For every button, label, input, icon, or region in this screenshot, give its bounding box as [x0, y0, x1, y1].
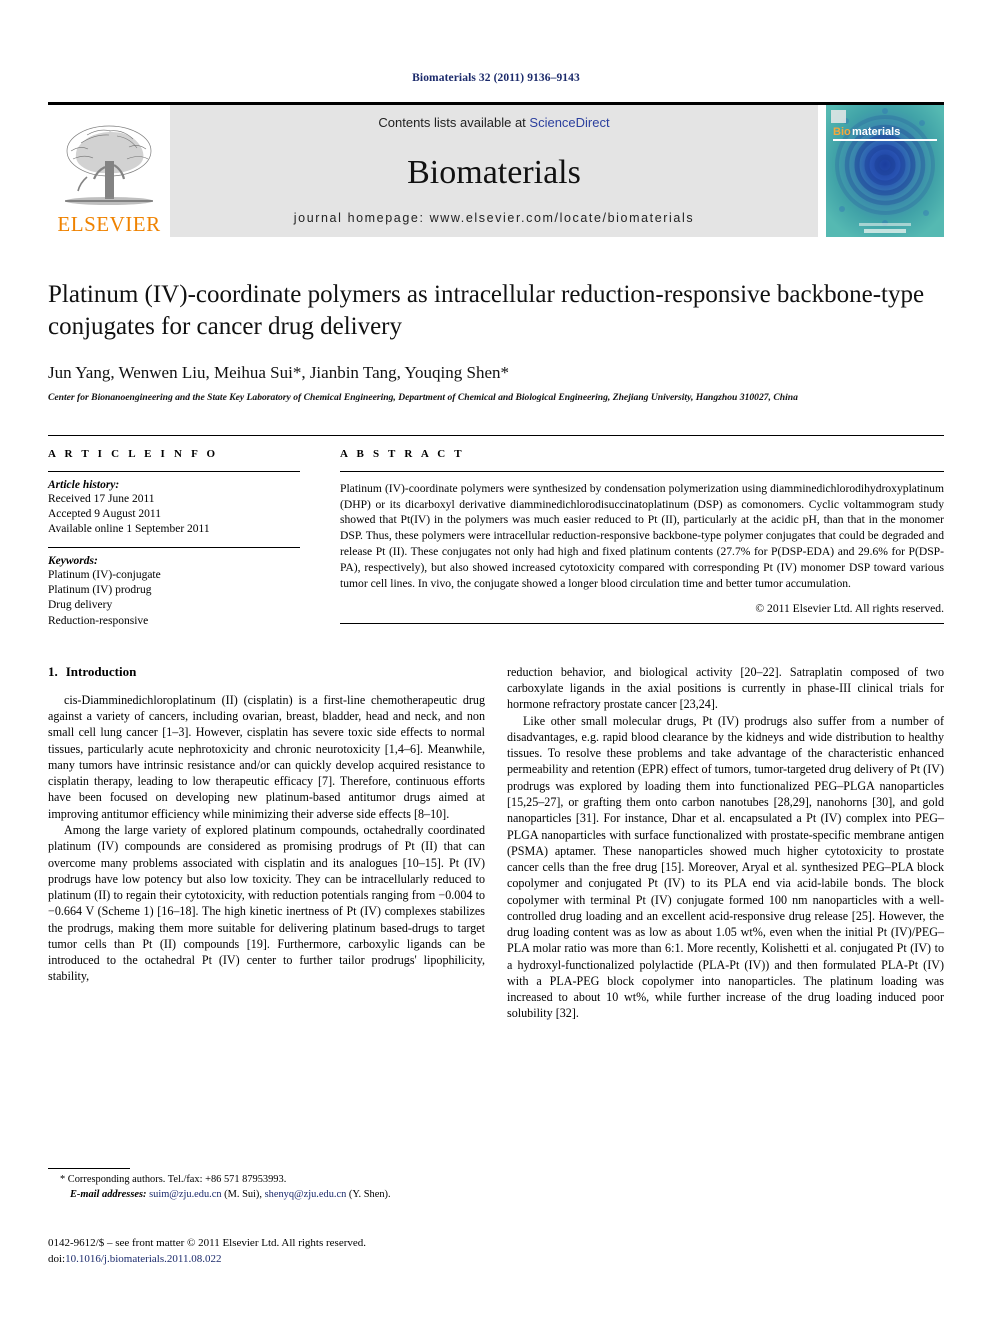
page-title: Platinum (IV)-coordinate polymers as int… — [48, 281, 925, 340]
abstract-copyright: © 2011 Elsevier Ltd. All rights reserved… — [755, 602, 944, 616]
cover-artwork: Bio materials — [826, 105, 944, 237]
email-addresses-label: E-mail addresses: — [70, 1188, 147, 1200]
svg-text:materials: materials — [852, 126, 900, 138]
contents-available-line: Contents lists available at ScienceDirec… — [378, 115, 609, 130]
footnote-emails: E-mail addresses: suim@zju.edu.cn (M. Su… — [48, 1188, 476, 1203]
body-columns: 1. Introduction cis-Diamminedichloroplati… — [48, 664, 944, 1022]
journal-masthead: ELSEVIER Contents lists available at Sci… — [48, 102, 944, 237]
email-link-shen[interactable]: shenyq@zju.edu.cn — [265, 1189, 347, 1200]
section-number: 1. — [48, 663, 58, 679]
doi-prefix: doi: — [48, 1252, 66, 1265]
email-link-sui[interactable]: suim@zju.edu.cn — [149, 1189, 221, 1200]
doi-line: doi:10.1016/j.biomaterials.2011.08.022 — [48, 1252, 488, 1268]
title-block: Platinum (IV)-coordinate polymers as int… — [48, 279, 944, 405]
article-info-column: A R T I C L E I N F O Article history: R… — [48, 448, 324, 638]
abstract-heading: A B S T R A C T — [340, 447, 465, 460]
contents-prefix: Contents lists available at — [378, 115, 530, 130]
article-history-group: Article history: Received 17 June 2011 A… — [48, 472, 300, 547]
paragraph: Among the large variety of explored plat… — [48, 823, 485, 984]
keyword-item: Platinum (IV)-conjugate — [48, 568, 161, 581]
keywords-label: Keywords: — [48, 554, 98, 567]
paragraph: Like other small molecular drugs, Pt (IV… — [507, 713, 944, 1021]
paragraph: cis-Diamminedichloroplatinum (II) (cispl… — [48, 692, 485, 821]
corresponding-author-footnote: * Corresponding authors. Tel./fax: +86 5… — [48, 1168, 476, 1202]
article-info-heading: A R T I C L E I N F O — [48, 447, 219, 460]
abstract-text: Platinum (IV)-coordinate polymers were s… — [340, 470, 944, 591]
keyword-item: Drug delivery — [48, 599, 113, 612]
footnote-rule — [48, 1168, 130, 1169]
paragraph: reduction behavior, and biological activ… — [507, 664, 944, 712]
running-head: Biomaterials 32 (2011) 9136–9143 — [412, 72, 580, 84]
keyword-item: Platinum (IV) prodrug — [48, 584, 152, 597]
elsevier-wordmark: ELSEVIER — [57, 212, 161, 236]
info-abstract-region: A R T I C L E I N F O Article history: R… — [48, 434, 944, 638]
section-title: Introduction — [65, 663, 137, 679]
issn-copyright-block: 0142-9612/$ – see front matter © 2011 El… — [48, 1236, 488, 1268]
keywords-group: Keywords: Platinum (IV)-conjugate Platin… — [48, 548, 300, 638]
history-item: Available online 1 September 2011 — [48, 523, 210, 536]
history-item: Received 17 June 2011 — [48, 492, 155, 505]
elsevier-logo: ELSEVIER — [48, 105, 170, 237]
journal-article-page: Biomaterials 32 (2011) 9136–9143 ELSEVIE… — [0, 0, 992, 1323]
journal-band: Contents lists available at ScienceDirec… — [170, 105, 818, 237]
journal-title: Biomaterials — [407, 153, 581, 191]
svg-text:Bio: Bio — [833, 126, 851, 138]
keyword-item: Reduction-responsive — [48, 614, 149, 627]
doi-link[interactable]: 10.1016/j.biomaterials.2011.08.022 — [65, 1253, 221, 1265]
abstract-column: A B S T R A C T Platinum (IV)-coordinate… — [324, 448, 944, 638]
footnote-corresponding: * Corresponding authors. Tel./fax: +86 5… — [60, 1174, 287, 1185]
email-name-sui: (M. Sui), — [221, 1188, 265, 1200]
abstract-divider-bottom — [340, 623, 944, 625]
body-column-right: reduction behavior, and biological activ… — [507, 664, 944, 1022]
affiliation: Center for Bionanoengineering and the St… — [48, 392, 798, 403]
history-item: Accepted 9 August 2011 — [48, 508, 161, 521]
section-heading-introduction: 1. Introduction — [48, 664, 485, 680]
issn-line: 0142-9612/$ – see front matter © 2011 El… — [48, 1237, 367, 1249]
article-history-label: Article history: — [48, 478, 120, 491]
author-list: Jun Yang, Wenwen Liu, Meihua Sui*, Jianb… — [48, 363, 510, 382]
body-column-left: 1. Introduction cis-Diamminedichloroplati… — [48, 664, 485, 1022]
email-name-shen: (Y. Shen). — [346, 1188, 391, 1200]
elsevier-tree-icon — [65, 125, 153, 205]
sciencedirect-link[interactable]: ScienceDirect — [529, 115, 609, 130]
journal-cover-thumbnail: Bio materials — [826, 105, 944, 237]
journal-homepage-link[interactable]: journal homepage: www.elsevier.com/locat… — [294, 211, 694, 225]
